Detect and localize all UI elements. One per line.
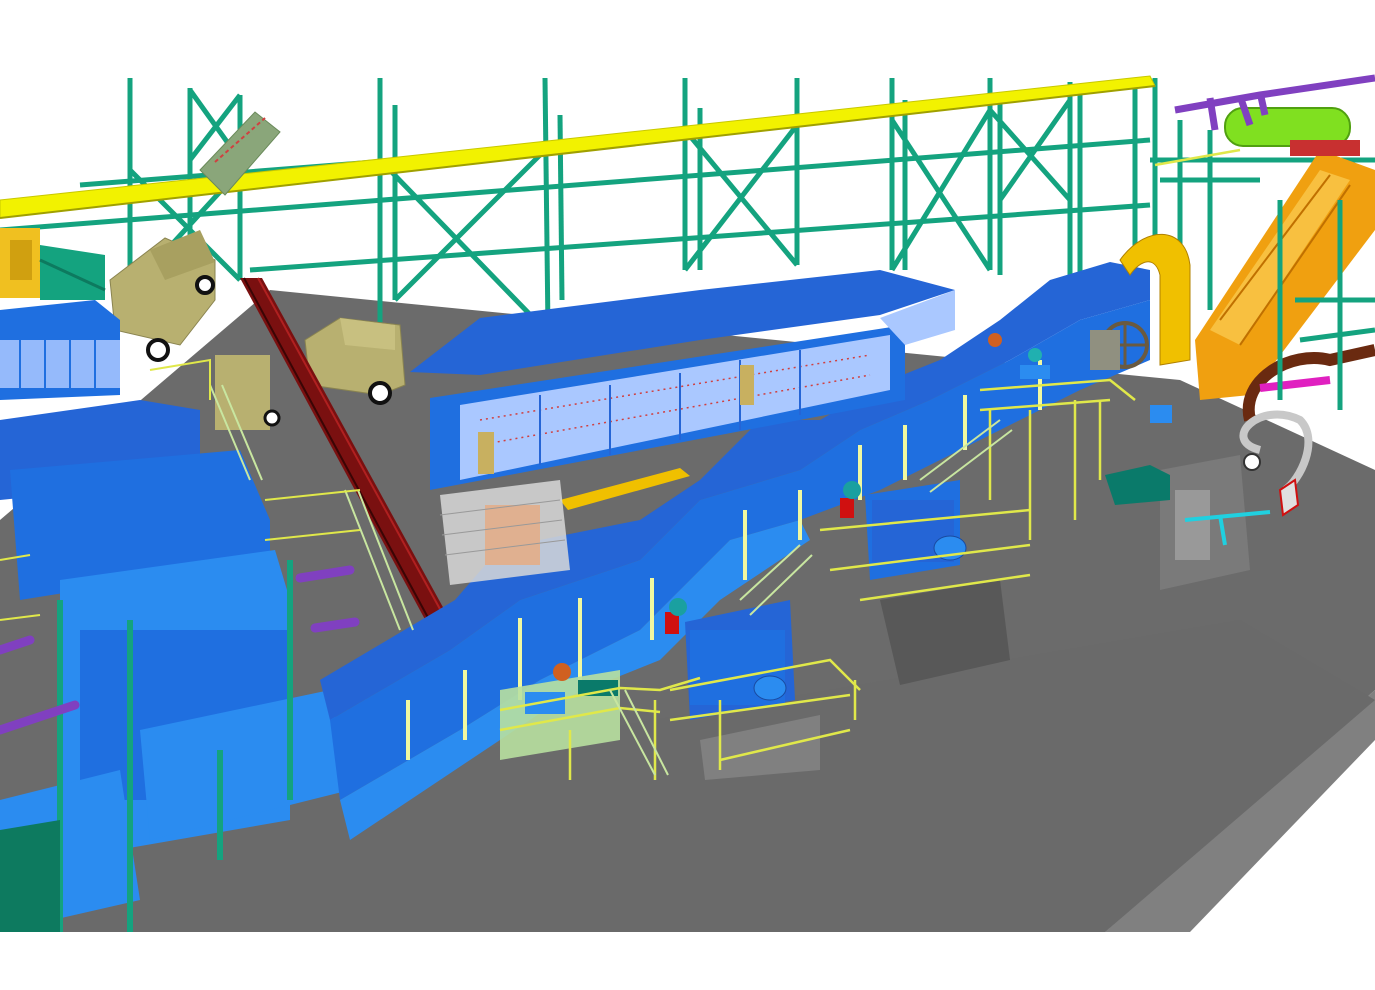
gallery-door [478,432,494,474]
plant-3d-render [0,0,1375,990]
column [542,77,551,331]
gallery-door [740,365,754,405]
mesh-enclosure [439,480,570,585]
